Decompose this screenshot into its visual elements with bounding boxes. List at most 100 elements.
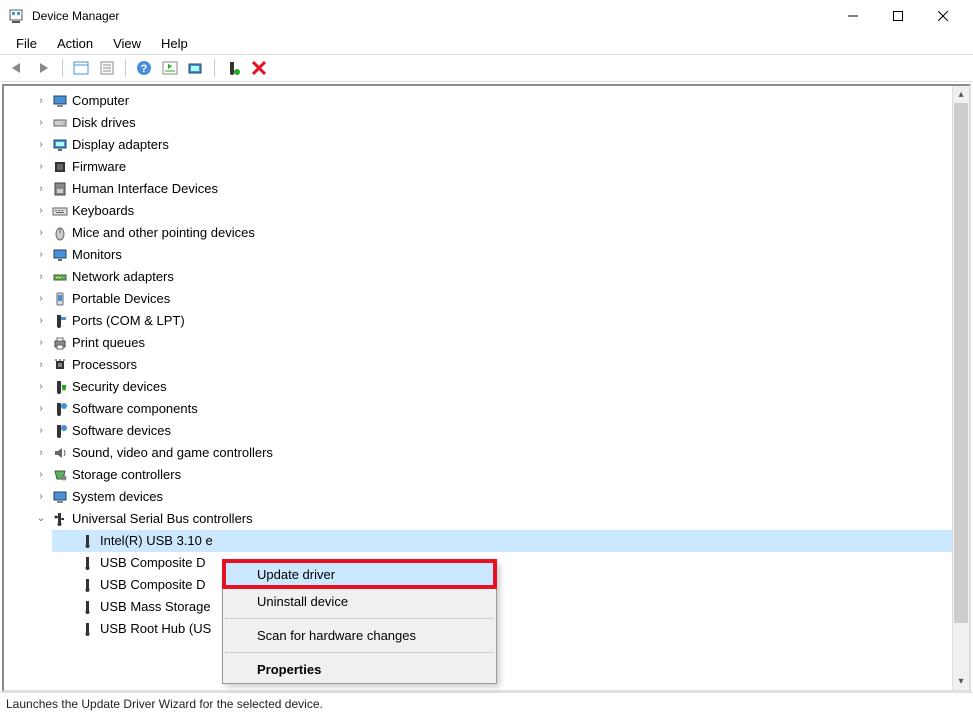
tree-category[interactable]: › Ports (COM & LPT) [24,310,952,332]
forward-button[interactable] [32,57,56,79]
monitor-icon [52,247,68,263]
tree-device-label: Intel(R) USB 3.10 e [100,530,213,552]
system-icon [52,489,68,505]
mouse-icon [52,225,68,241]
tree-device[interactable]: USB Mass Storage [52,596,952,618]
tree-category[interactable]: ›Portable Devices [24,288,952,310]
expand-chevron-icon[interactable]: › [34,266,48,288]
portable-icon [52,291,68,307]
tree-device[interactable]: USB Root Hub (US [52,618,952,640]
tree-category[interactable]: ›System devices [24,486,952,508]
tree-category-label: Human Interface Devices [72,178,218,200]
tree-category[interactable]: ›Display adapters [24,134,952,156]
expand-chevron-icon[interactable]: › [34,222,48,244]
cpu-icon [52,357,68,373]
tree-category-label: Storage controllers [72,464,181,486]
expand-chevron-icon[interactable]: › [34,376,48,398]
tree-category[interactable]: ›Security devices [24,376,952,398]
usb-icon [52,511,68,527]
tree-category[interactable]: ›Computer [24,90,952,112]
tree-category[interactable]: ›Processors [24,354,952,376]
tree-category[interactable]: › Disk drives [24,112,952,134]
toolbar: ? [0,54,973,82]
expand-chevron-icon[interactable]: › [34,134,48,156]
tree-category[interactable]: › Software components [24,398,952,420]
expand-chevron-icon[interactable]: › [34,464,48,486]
tree-category[interactable]: › Storage controllers [24,464,952,486]
maximize-button[interactable] [875,2,920,30]
disk-icon [52,115,68,131]
usb-device-icon [80,621,96,637]
tree-device[interactable]: USB Composite D [52,574,952,596]
menu-action[interactable]: Action [49,34,101,53]
storage-icon [52,467,68,483]
display-icon [52,137,68,153]
expand-chevron-icon[interactable]: › [34,398,48,420]
tree-category[interactable]: ›Keyboards [24,200,952,222]
context-menu-item[interactable]: Update driver [223,561,496,588]
statusbar: Launches the Update Driver Wizard for th… [0,692,973,714]
computer-icon [52,93,68,109]
close-button[interactable] [920,2,965,30]
expand-chevron-icon[interactable]: › [34,90,48,112]
menu-file[interactable]: File [8,34,45,53]
expand-chevron-icon[interactable]: › [34,486,48,508]
uninstall-device-button[interactable] [247,57,271,79]
expand-chevron-icon[interactable]: › [34,244,48,266]
expand-chevron-icon[interactable]: › [34,310,48,332]
tree-category-label: Ports (COM & LPT) [72,310,185,332]
tree-category-label: Monitors [72,244,122,266]
menu-separator [225,652,494,653]
usb-device-icon [80,599,96,615]
tree-category-label: Disk drives [72,112,136,134]
tree-category[interactable]: ⌄Universal Serial Bus controllers [24,508,952,530]
tree-category[interactable]: ›Mice and other pointing devices [24,222,952,244]
scroll-thumb[interactable] [954,103,968,623]
tree-category[interactable]: › Network adapters [24,266,952,288]
hid-icon [52,181,68,197]
tree-category[interactable]: › Monitors [24,244,952,266]
printer-icon [52,335,68,351]
tree-category-label: Network adapters [72,266,174,288]
tree-category[interactable]: ›Software devices [24,420,952,442]
menu-view[interactable]: View [105,34,149,53]
tree-category[interactable]: ›Sound, video and game controllers [24,442,952,464]
menu-help[interactable]: Help [153,34,196,53]
expand-chevron-icon[interactable]: › [34,442,48,464]
properties-button[interactable] [95,57,119,79]
expand-chevron-icon[interactable]: › [34,178,48,200]
expand-chevron-icon[interactable]: › [34,420,48,442]
tree-category-label: Software components [72,398,198,420]
scan-button[interactable] [158,57,182,79]
scroll-down-arrow[interactable]: ▾ [953,673,969,690]
help-button[interactable]: ? [132,57,156,79]
expand-chevron-icon[interactable]: › [34,332,48,354]
tree-device[interactable]: USB Composite D [52,552,952,574]
context-menu-item[interactable]: Properties [223,656,496,683]
update-driver-button[interactable] [184,57,208,79]
vertical-scrollbar[interactable]: ▴ ▾ [952,86,969,690]
expand-chevron-icon[interactable]: › [34,200,48,222]
scroll-up-arrow[interactable]: ▴ [953,86,969,103]
tree-device-label: USB Composite D [100,552,205,574]
enable-device-button[interactable] [221,57,245,79]
expand-chevron-icon[interactable]: › [34,354,48,376]
tree-device-label: USB Root Hub (US [100,618,211,640]
expand-chevron-icon[interactable]: ⌄ [34,508,48,530]
tree-category[interactable]: ›Firmware [24,156,952,178]
context-menu-item[interactable]: Uninstall device [223,588,496,615]
svg-text:?: ? [141,63,148,75]
sound-icon [52,445,68,461]
usb-device-icon [80,533,96,549]
firmware-icon [52,159,68,175]
expand-chevron-icon[interactable]: › [34,156,48,178]
tree-category[interactable]: › Human Interface Devices [24,178,952,200]
tree-category[interactable]: ›Print queues [24,332,952,354]
minimize-button[interactable] [830,2,875,30]
expand-chevron-icon[interactable]: › [34,288,48,310]
back-button[interactable] [6,57,30,79]
context-menu-item[interactable]: Scan for hardware changes [223,622,496,649]
show-hidden-button[interactable] [69,57,93,79]
expand-chevron-icon[interactable]: › [34,112,48,134]
tree-device[interactable]: Intel(R) USB 3.10 e [52,530,952,552]
